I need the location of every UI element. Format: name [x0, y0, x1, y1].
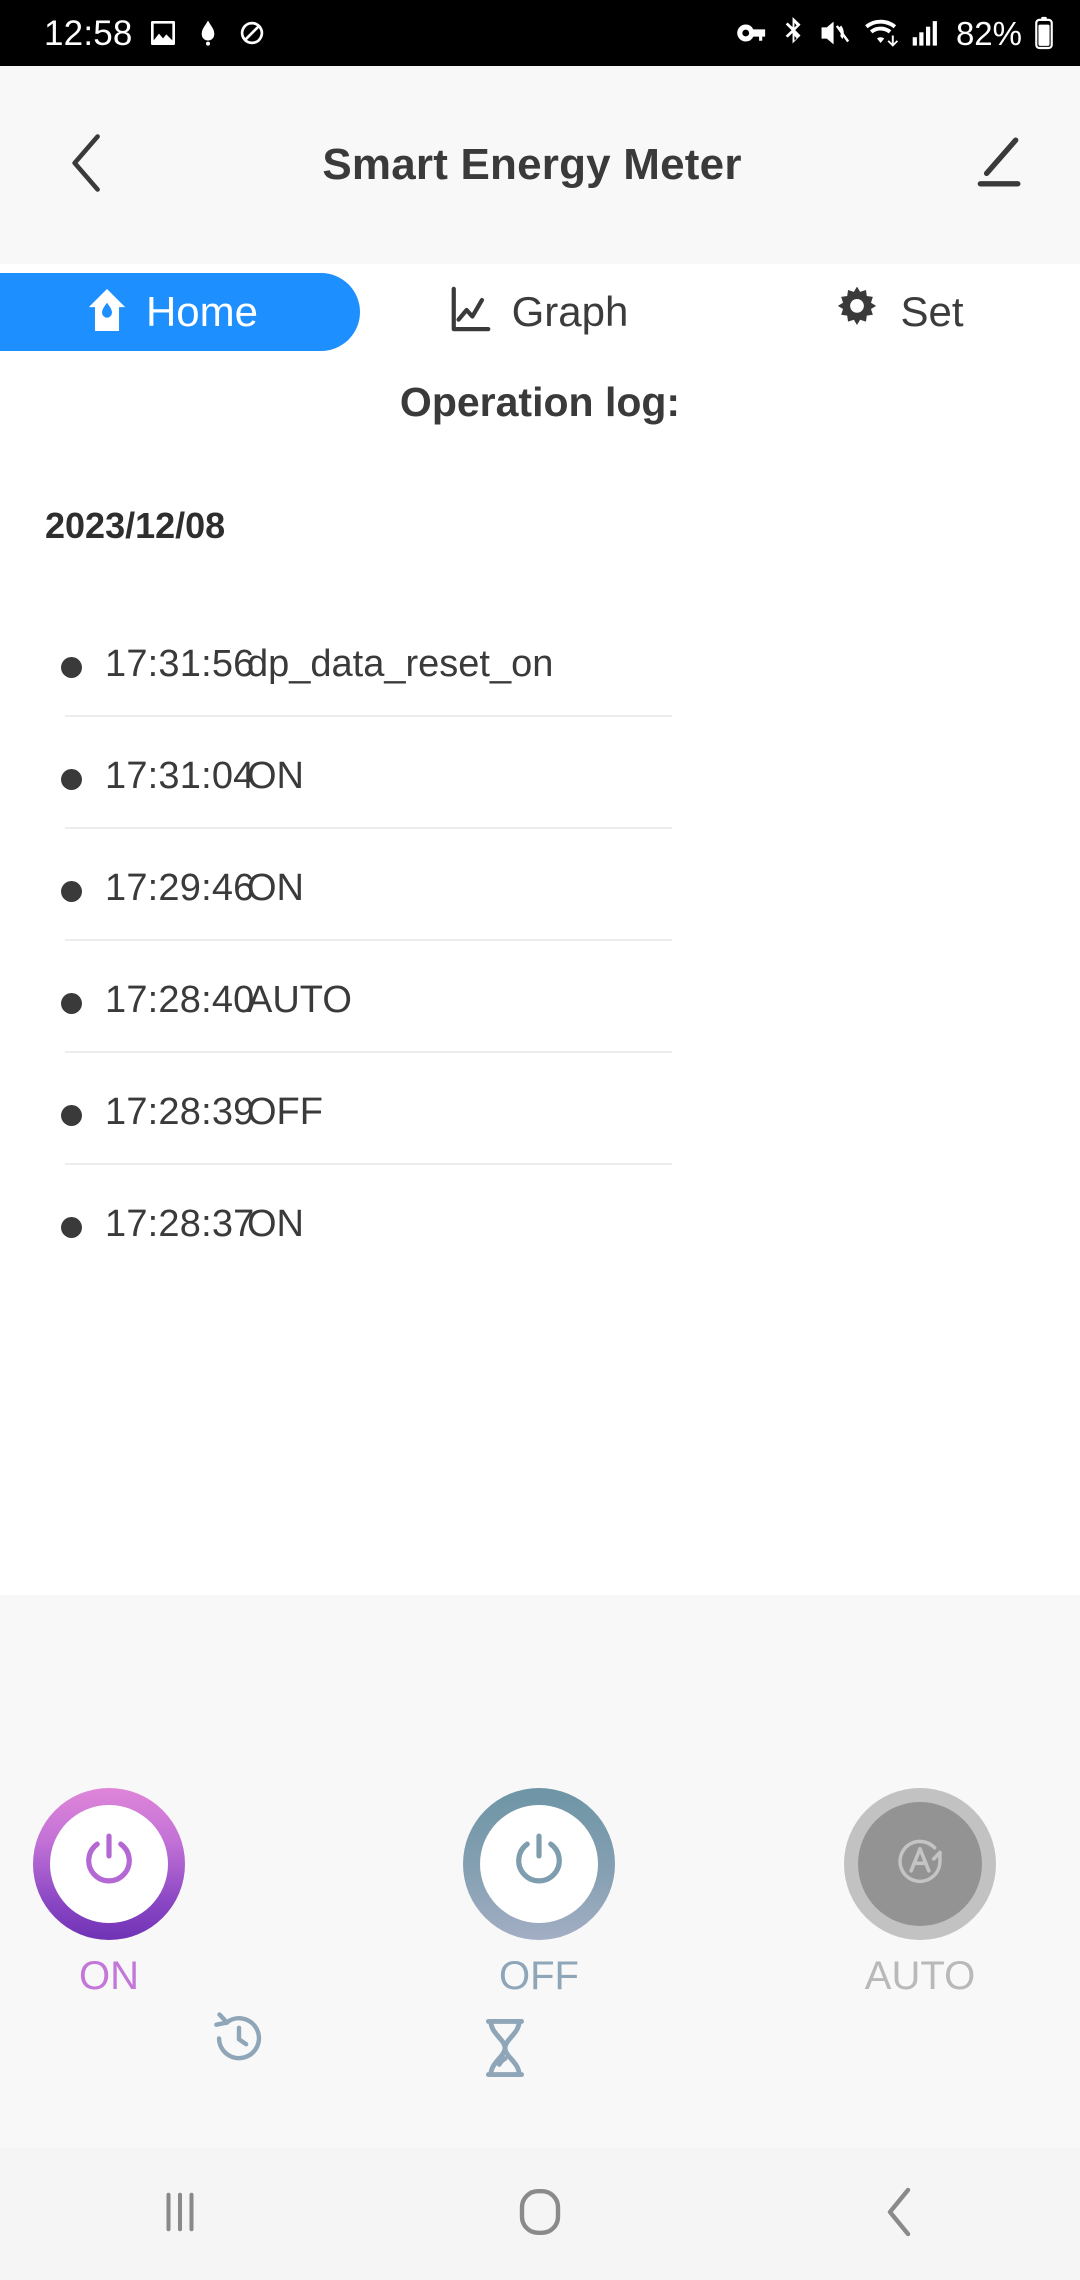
back-chevron-icon — [880, 2186, 920, 2243]
status-bar-right: 82% — [736, 16, 1054, 50]
timer-history-icon — [208, 2012, 270, 2073]
status-bar-left: 12:58 — [44, 16, 267, 51]
wifi-icon — [864, 17, 900, 49]
nav-recents-button[interactable] — [80, 2164, 280, 2264]
log-entry-time: 17:28:39 — [105, 1091, 255, 1133]
bullet-icon — [61, 657, 82, 678]
graph-icon — [448, 284, 494, 341]
auto-mode-button[interactable]: AUTO — [805, 1788, 1035, 1996]
bullet-icon — [61, 1105, 82, 1126]
power-off-ring-inner — [480, 1805, 598, 1923]
log-entry-row[interactable]: 17:31:04 ON — [0, 717, 1080, 829]
bullet-icon — [61, 993, 82, 1014]
power-on-label: ON — [79, 1954, 139, 1998]
tab-home[interactable]: Home — [0, 273, 360, 351]
tab-graph[interactable]: Graph — [360, 273, 716, 351]
log-entry-event: dp_data_reset_on — [247, 643, 554, 685]
app-badge-icon — [193, 17, 223, 49]
mute-icon — [818, 18, 852, 48]
edit-button[interactable] — [962, 130, 1032, 200]
auto-mode-ring — [844, 1788, 996, 1940]
battery-percent-label: 82% — [955, 14, 1022, 52]
log-entry-event: OFF — [247, 1091, 323, 1133]
nav-home-button[interactable] — [440, 2164, 640, 2264]
log-entry-event: ON — [247, 755, 304, 797]
log-entry-time: 17:28:37 — [105, 1203, 255, 1245]
timer-history-button[interactable] — [208, 2007, 270, 2074]
power-off-button[interactable]: OFF — [424, 1788, 654, 1996]
auto-mode-label: AUTO — [864, 1954, 976, 1998]
status-bar: 12:58 82% — [0, 0, 1080, 66]
home-square-icon — [516, 2186, 564, 2243]
bullet-icon — [61, 881, 82, 902]
power-on-button[interactable]: ON — [0, 1788, 224, 1996]
log-entry-row[interactable]: 17:28:39 OFF — [0, 1053, 1080, 1165]
power-off-ring — [463, 1788, 615, 1940]
log-entry-event: ON — [247, 1203, 304, 1245]
recents-icon — [158, 2189, 202, 2240]
no-notification-icon — [237, 17, 267, 49]
bullet-icon — [61, 769, 82, 790]
log-entry-row[interactable]: 17:28:37 ON — [0, 1165, 1080, 1277]
battery-icon — [1034, 16, 1054, 50]
log-date: 2023/12/08 — [45, 505, 226, 546]
gear-icon — [832, 285, 882, 340]
power-on-ring — [33, 1788, 185, 1940]
power-on-ring-inner — [50, 1805, 168, 1923]
cellular-signal-icon — [912, 18, 940, 48]
tab-set[interactable]: Set — [716, 273, 1080, 351]
bluetooth-icon — [782, 17, 806, 49]
log-entry-time: 17:31:04 — [105, 755, 255, 797]
image-icon — [147, 17, 179, 49]
power-icon — [506, 1829, 572, 1900]
status-clock: 12:58 — [44, 13, 133, 53]
hourglass-icon — [477, 2018, 533, 2083]
operation-log-list: 17:31:56 dp_data_reset_on 17:31:04 ON 17… — [0, 605, 1080, 1277]
home-icon — [86, 287, 128, 338]
countdown-hourglass-button[interactable] — [477, 2017, 533, 2084]
auto-mode-ring-inner — [858, 1802, 982, 1926]
tab-graph-label: Graph — [511, 288, 629, 335]
page-title: Smart Energy Meter — [322, 140, 742, 189]
log-entry-time: 17:29:46 — [105, 867, 255, 909]
nav-back-button[interactable] — [800, 2164, 1000, 2264]
log-entry-time: 17:28:40 — [105, 979, 255, 1021]
tab-bar: Home Graph Set — [0, 264, 1080, 360]
pencil-edit-icon — [970, 136, 1024, 195]
control-panel: ON OFF AUTO — [0, 1595, 1080, 2148]
tab-home-label: Home — [145, 288, 259, 335]
log-entry-time: 17:31:56 — [105, 643, 255, 685]
log-entry-event: ON — [247, 867, 304, 909]
power-off-label: OFF — [499, 1954, 579, 1998]
tab-set-label: Set — [900, 288, 964, 335]
log-entry-row[interactable]: 17:29:46 ON — [0, 829, 1080, 941]
auto-a-icon — [889, 1831, 951, 1898]
android-nav-bar — [0, 2148, 1080, 2280]
app-bar: Smart Energy Meter — [0, 66, 1080, 264]
operation-log-title: Operation log: — [399, 379, 681, 425]
log-entry-row[interactable]: 17:28:40 AUTO — [0, 941, 1080, 1053]
log-entry-row[interactable]: 17:31:56 dp_data_reset_on — [0, 605, 1080, 717]
log-entry-event: AUTO — [247, 979, 352, 1021]
bullet-icon — [61, 1217, 82, 1238]
key-icon — [736, 18, 770, 48]
power-icon — [76, 1829, 142, 1900]
